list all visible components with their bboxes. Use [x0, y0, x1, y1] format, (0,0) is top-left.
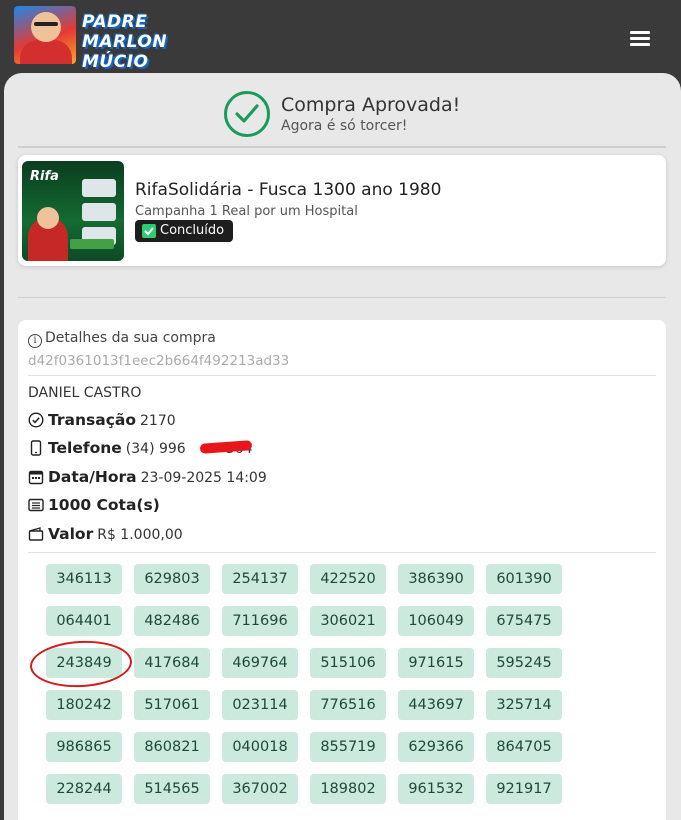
ticket-number-chip: 864705 [486, 732, 562, 762]
logo-text: PADRE MARLON MÚCIO [82, 12, 226, 72]
ticket-number-chip: 675475 [486, 606, 562, 636]
ticket-number-chip: 325714 [486, 690, 562, 720]
datetime-value: 23-09-2025 14:09 [140, 470, 267, 486]
quota-label: 1000 Cota(s) [48, 496, 160, 514]
smartphone-icon [30, 440, 42, 456]
info-icon: i [28, 334, 42, 348]
logo-portrait [14, 6, 76, 64]
campaign-thumbnail: Rifa [22, 161, 124, 261]
customer-name: DANIEL CASTRO [28, 385, 142, 401]
divider [28, 375, 656, 376]
ticket-number-chip: 629366 [398, 732, 474, 762]
total-label: Valor [48, 525, 94, 543]
ticket-number-chip: 961532 [398, 774, 474, 804]
campaign-card[interactable]: Rifa RifaSolidária - Fusca 1300 ano 1980… [18, 155, 666, 266]
checkbox-checked-icon [142, 224, 156, 238]
ticket-number-chip: 469764 [222, 648, 298, 678]
logo-line-1: PADRE [82, 12, 148, 32]
ticket-number-chip: 595245 [486, 648, 562, 678]
datetime-row: Data/Hora 23-09-2025 14:09 [28, 468, 267, 490]
ticket-number-chip: 971615 [398, 648, 474, 678]
phone-value: (34) 996 [125, 441, 186, 457]
ticket-number-chip: 514565 [134, 774, 210, 804]
ticket-number-chip: 860821 [134, 732, 210, 762]
top-navbar: PADRE MARLON MÚCIO [0, 0, 681, 80]
list-icon [28, 498, 44, 512]
transaction-row: Transação 2170 [28, 411, 176, 433]
quota-row: 1000 Cota(s) [28, 496, 164, 518]
ticket-number-chip: 040018 [222, 732, 298, 762]
transaction-value: 2170 [140, 413, 176, 429]
transaction-label: Transação [48, 411, 136, 429]
ticket-number-chip: 306021 [310, 606, 386, 636]
calendar-icon [28, 470, 44, 485]
total-row: Valor R$ 1.000,00 [28, 525, 183, 547]
total-value: R$ 1.000,00 [97, 527, 183, 543]
ticket-number-chip: 106049 [398, 606, 474, 636]
ticket-number-chip: 601390 [486, 564, 562, 594]
ticket-number-chip: 855719 [310, 732, 386, 762]
ticket-number-chip: 422520 [310, 564, 386, 594]
details-header-label: Detalhes da sua compra [45, 330, 216, 346]
status-subtitle: Agora é só torcer! [281, 118, 408, 134]
purchase-approved-banner: Compra Aprovada! Agora é só torcer! [224, 90, 484, 140]
campaign-title: RifaSolidária - Fusca 1300 ano 1980 [135, 180, 442, 200]
hamburger-menu-icon[interactable] [626, 28, 654, 50]
ticket-number-chip: 417684 [134, 648, 210, 678]
ticket-number-chip: 254137 [222, 564, 298, 594]
check-circle-icon [28, 412, 44, 428]
ticket-number-chip: 228244 [46, 774, 122, 804]
divider [28, 552, 656, 553]
ticket-number-chip: 386390 [398, 564, 474, 594]
ticket-number-chip: 023114 [222, 690, 298, 720]
phone-row: Telefone(34) 996364 [28, 439, 252, 461]
datetime-label: Data/Hora [48, 468, 137, 486]
ticket-number-chip: 443697 [398, 690, 474, 720]
ticket-number-chip: 189802 [310, 774, 386, 804]
ticket-number-chip: 517061 [134, 690, 210, 720]
status-title: Compra Aprovada! [281, 94, 461, 116]
thumbnail-title: Rifa [30, 169, 59, 184]
status-badge: Concluído [135, 220, 234, 242]
ticket-number-chip: 482486 [134, 606, 210, 636]
ticket-number-chip: 711696 [222, 606, 298, 636]
ticket-number-chip: 629803 [134, 564, 210, 594]
details-header: i Detalhes da sua compra [28, 330, 216, 348]
campaign-subtitle: Campanha 1 Real por um Hospital [135, 204, 358, 219]
ticket-number-chip: 776516 [310, 690, 386, 720]
logo-line-2: MARLON MÚCIO [82, 32, 168, 72]
wallet-icon [28, 527, 44, 541]
ticket-number-chip: 367002 [222, 774, 298, 804]
divider [18, 146, 666, 148]
check-circle-icon [224, 91, 270, 137]
ticket-number-chip: 986865 [46, 732, 122, 762]
ticket-number-chip: 064401 [46, 606, 122, 636]
purchase-hash: d42f0361013f1eec2b664f492213ad33 [28, 353, 290, 369]
divider [18, 297, 666, 298]
ticket-number-chip: 346113 [46, 564, 122, 594]
phone-label: Telefone [48, 439, 122, 457]
site-logo[interactable]: PADRE MARLON MÚCIO [14, 6, 226, 72]
ticket-number-chip: 921917 [486, 774, 562, 804]
ticket-number-chip: 180242 [46, 690, 122, 720]
ticket-number-chip: 515106 [310, 648, 386, 678]
status-badge-label: Concluído [160, 223, 225, 238]
